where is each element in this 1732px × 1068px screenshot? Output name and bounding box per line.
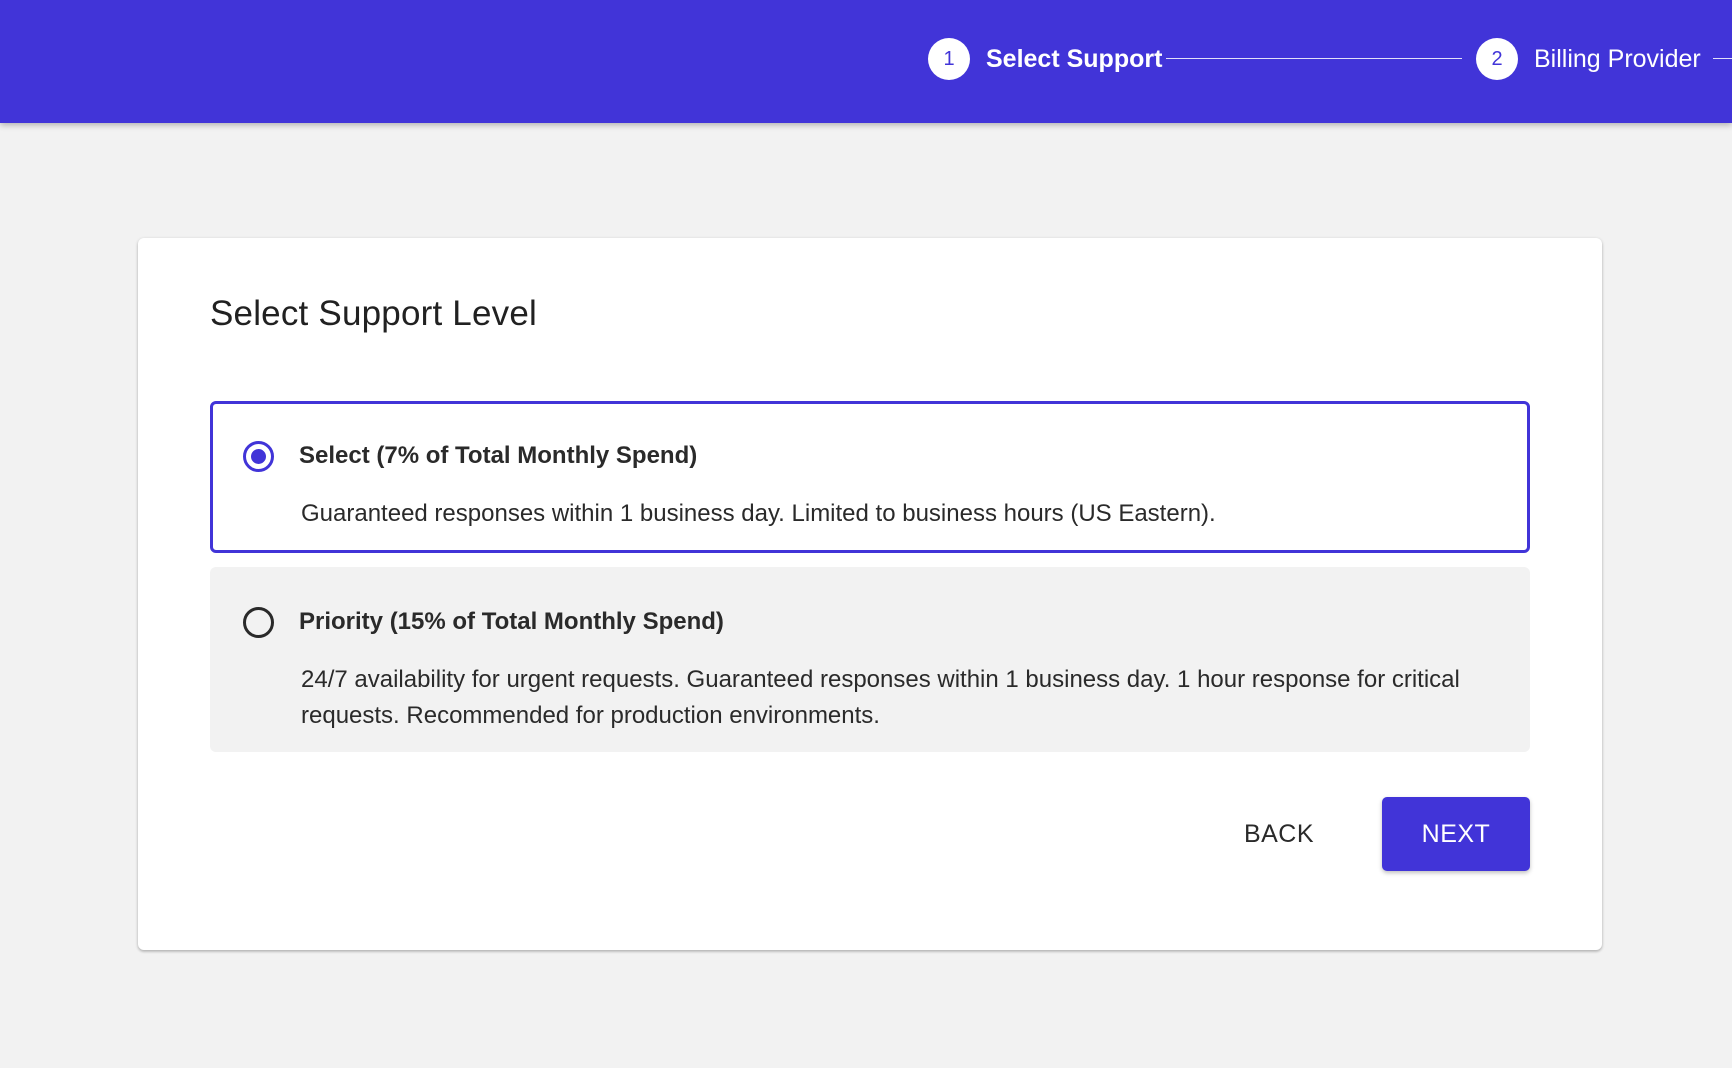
step-select-support[interactable]: 1 Select Support — [928, 38, 1162, 80]
support-option-select[interactable]: Select (7% of Total Monthly Spend) Guara… — [210, 401, 1530, 553]
back-button[interactable]: BACK — [1214, 797, 1344, 871]
option-title: Select (7% of Total Monthly Spend) — [299, 442, 698, 469]
step-number-badge: 1 — [928, 38, 970, 80]
option-description: 24/7 availability for urgent requests. G… — [301, 666, 1460, 729]
step-label: Select Support — [986, 44, 1163, 73]
page-title: Select Support Level — [210, 294, 537, 333]
step-billing-provider[interactable]: 2 Billing Provider — [1476, 38, 1701, 80]
step-number-badge: 2 — [1476, 38, 1518, 80]
step-label: Billing Provider — [1534, 44, 1701, 73]
step-connector — [1713, 58, 1732, 59]
next-button[interactable]: NEXT — [1382, 797, 1530, 871]
option-title: Priority (15% of Total Monthly Spend) — [299, 608, 724, 635]
radio-unselected-icon[interactable] — [243, 607, 274, 638]
support-level-card: Select Support Level Select (7% of Total… — [138, 238, 1602, 950]
option-description: Guaranteed responses within 1 business d… — [301, 500, 1216, 527]
step-connector — [1166, 58, 1462, 59]
support-option-priority[interactable]: Priority (15% of Total Monthly Spend) 24… — [210, 567, 1530, 752]
radio-selected-icon[interactable] — [243, 441, 274, 472]
stepper-header: 1 Select Support 2 Billing Provider — [0, 0, 1732, 123]
